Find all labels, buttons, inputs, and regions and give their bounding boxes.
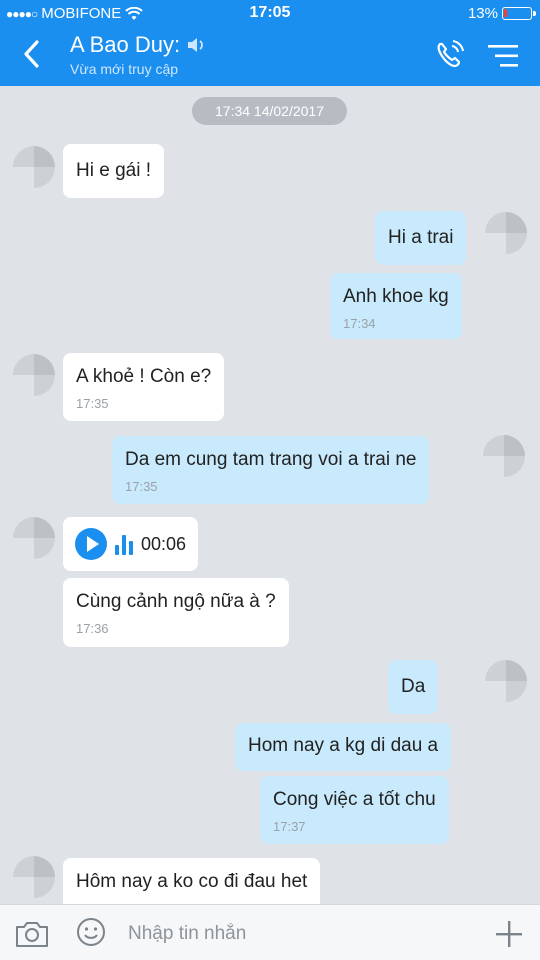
play-icon[interactable] — [75, 528, 107, 560]
voice-message[interactable]: 00:06 — [63, 517, 199, 571]
message-sent[interactable]: Cong việc a tốt chu 17:37 — [260, 776, 449, 844]
contact-name: A Bao Duy: — [70, 32, 181, 57]
message-sent[interactable]: Hom nay a kg di dau a — [235, 723, 452, 771]
message-text: Hi e gái ! — [76, 160, 151, 181]
user-avatar[interactable] — [485, 212, 527, 254]
message-sent[interactable]: Anh khoe kg 17:34 — [330, 273, 462, 339]
phone-call-icon[interactable] — [434, 40, 466, 70]
message-text: Hôm nay a ko co đi đau het — [76, 871, 308, 892]
camera-icon[interactable] — [14, 919, 50, 949]
message-received[interactable]: Hi e gái ! — [63, 144, 164, 198]
message-time: 17:35 — [76, 396, 109, 411]
smiley-icon[interactable] — [76, 917, 106, 947]
message-time: 17:35 — [125, 479, 158, 494]
status-time: 17:05 — [249, 4, 291, 21]
contact-avatar[interactable] — [13, 354, 55, 396]
audio-bars-icon — [115, 533, 133, 555]
top-bar: ●●●●○ MOBIFONE 17:05 13% A Bao Duy: Vừa … — [0, 0, 540, 86]
message-sent[interactable]: Da em cung tam trang voi a trai ne 17:35 — [112, 436, 430, 504]
message-text: A khoẻ ! Còn e? — [76, 366, 212, 387]
status-bar: ●●●●○ MOBIFONE 17:05 13% — [0, 0, 540, 28]
message-text: Hom nay a kg di dau a — [248, 735, 439, 756]
message-time: 17:37 — [273, 819, 306, 834]
battery-status: 13% — [467, 5, 536, 22]
chevron-left-icon[interactable] — [18, 38, 46, 70]
voice-player: 00:06 — [75, 517, 186, 560]
message-time: 17:36 — [76, 621, 109, 636]
message-received[interactable]: Cùng cảnh ngộ nữa à ? 17:36 — [63, 578, 289, 647]
battery-icon — [502, 7, 536, 20]
chat-header: A Bao Duy: Vừa mới truy cập — [0, 28, 540, 86]
message-text: Cong việc a tốt chu — [273, 789, 436, 810]
date-separator: 17:34 14/02/2017 — [192, 97, 347, 125]
composer-bar — [0, 904, 540, 960]
contact-avatar[interactable] — [13, 856, 55, 898]
contact-avatar[interactable] — [13, 517, 55, 559]
message-sent[interactable]: Da — [388, 660, 439, 714]
contact-avatar[interactable] — [13, 146, 55, 188]
message-received[interactable]: A khoẻ ! Còn e? 17:35 — [63, 353, 225, 421]
message-text: Da em cung tam trang voi a trai ne — [125, 449, 417, 470]
message-received[interactable]: Hôm nay a ko co đi đau het — [63, 858, 321, 904]
message-sent[interactable]: Hi a trai — [375, 211, 467, 265]
user-avatar[interactable] — [485, 660, 527, 702]
speaker-icon — [188, 38, 203, 52]
voice-duration: 00:06 — [141, 533, 187, 554]
plus-icon[interactable] — [494, 919, 524, 949]
menu-icon[interactable] — [486, 42, 520, 70]
user-avatar[interactable] — [483, 435, 525, 477]
message-text: Da — [401, 676, 426, 697]
message-input[interactable] — [128, 921, 428, 947]
battery-percent: 13% — [467, 5, 498, 22]
last-active-status: Vừa mới truy cập — [70, 61, 179, 77]
message-text: Anh khoe kg — [343, 286, 449, 307]
message-text: Cùng cảnh ngộ nữa à ? — [76, 591, 276, 612]
message-text: Hi a trai — [388, 227, 454, 248]
message-list[interactable]: 17:34 14/02/2017 Hi e gái ! Hi a trai An… — [0, 86, 540, 904]
contact-name-row[interactable]: A Bao Duy: — [70, 32, 206, 58]
message-time: 17:34 — [343, 316, 376, 331]
battery-fill — [504, 9, 507, 17]
